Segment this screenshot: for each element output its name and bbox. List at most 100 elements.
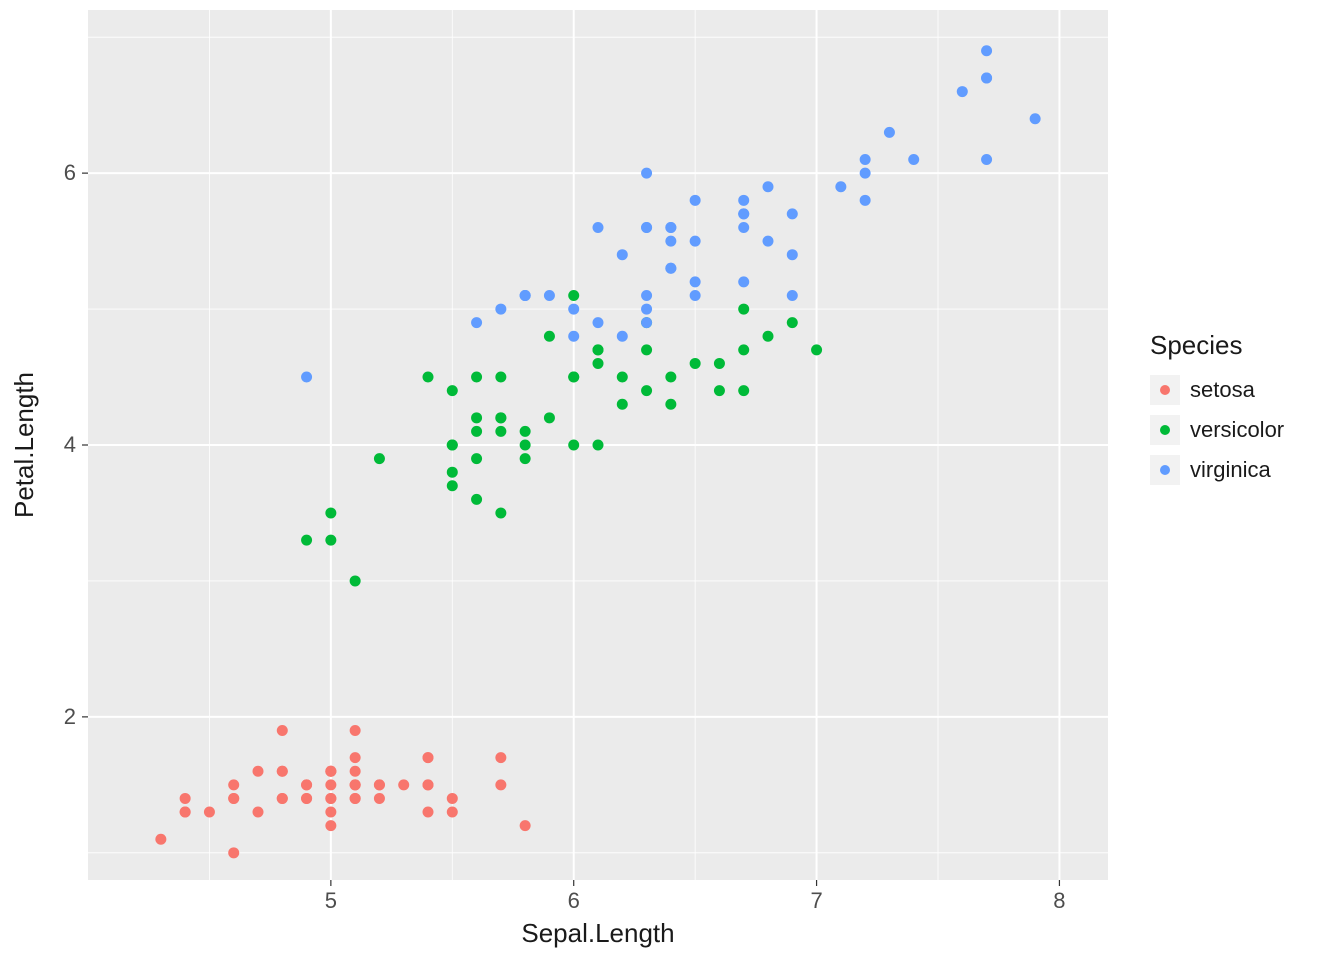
data-point-virginica xyxy=(981,45,992,56)
data-point-virginica xyxy=(981,72,992,83)
data-point-versicolor xyxy=(447,385,458,396)
data-point-virginica xyxy=(301,372,312,383)
y-axis-title: Petal.Length xyxy=(9,372,39,518)
data-point-setosa xyxy=(325,779,336,790)
data-point-virginica xyxy=(957,86,968,97)
data-point-setosa xyxy=(253,766,264,777)
scatter-chart: 5678246Sepal.LengthPetal.Length Species … xyxy=(0,0,1344,960)
data-point-versicolor xyxy=(471,412,482,423)
data-point-setosa xyxy=(228,779,239,790)
legend-dot-icon xyxy=(1160,465,1170,475)
data-point-setosa xyxy=(374,779,385,790)
data-point-setosa xyxy=(301,793,312,804)
data-point-setosa xyxy=(350,766,361,777)
data-point-virginica xyxy=(860,195,871,206)
data-point-versicolor xyxy=(495,426,506,437)
data-point-virginica xyxy=(568,331,579,342)
data-point-virginica xyxy=(665,236,676,247)
data-point-virginica xyxy=(641,222,652,233)
data-point-virginica xyxy=(835,181,846,192)
data-point-versicolor xyxy=(471,426,482,437)
data-point-virginica xyxy=(981,154,992,165)
x-tick-label: 6 xyxy=(568,888,580,913)
data-point-virginica xyxy=(641,317,652,328)
data-point-versicolor xyxy=(641,344,652,355)
data-point-versicolor xyxy=(301,535,312,546)
data-point-versicolor xyxy=(593,440,604,451)
data-point-virginica xyxy=(641,290,652,301)
data-point-versicolor xyxy=(787,317,798,328)
data-point-virginica xyxy=(738,222,749,233)
legend-item-versicolor: versicolor xyxy=(1150,415,1330,445)
data-point-setosa xyxy=(277,766,288,777)
data-point-setosa xyxy=(447,807,458,818)
data-point-versicolor xyxy=(593,344,604,355)
data-point-versicolor xyxy=(763,331,774,342)
data-point-versicolor xyxy=(714,385,725,396)
x-tick-label: 7 xyxy=(810,888,822,913)
legend-label: versicolor xyxy=(1190,417,1284,443)
legend-label: setosa xyxy=(1190,377,1255,403)
data-point-virginica xyxy=(690,236,701,247)
legend: Species setosa versicolor virginica xyxy=(1150,330,1330,495)
data-point-setosa xyxy=(325,807,336,818)
data-point-versicolor xyxy=(544,412,555,423)
data-point-versicolor xyxy=(471,372,482,383)
data-point-virginica xyxy=(738,208,749,219)
data-point-versicolor xyxy=(738,385,749,396)
data-point-virginica xyxy=(690,195,701,206)
data-point-setosa xyxy=(180,793,191,804)
data-point-virginica xyxy=(908,154,919,165)
data-point-versicolor xyxy=(520,453,531,464)
data-point-versicolor xyxy=(447,480,458,491)
x-tick-label: 5 xyxy=(325,888,337,913)
data-point-setosa xyxy=(277,793,288,804)
data-point-versicolor xyxy=(544,331,555,342)
data-point-versicolor xyxy=(325,535,336,546)
chart-svg: 5678246Sepal.LengthPetal.Length xyxy=(0,0,1344,960)
legend-item-setosa: setosa xyxy=(1150,375,1330,405)
data-point-versicolor xyxy=(423,372,434,383)
legend-title: Species xyxy=(1150,330,1330,361)
data-point-virginica xyxy=(787,208,798,219)
data-point-virginica xyxy=(471,317,482,328)
data-point-setosa xyxy=(495,779,506,790)
data-point-versicolor xyxy=(641,385,652,396)
data-point-virginica xyxy=(860,168,871,179)
legend-dot-icon xyxy=(1160,385,1170,395)
legend-dot-icon xyxy=(1160,425,1170,435)
y-tick-label: 6 xyxy=(64,160,76,185)
data-point-versicolor xyxy=(495,412,506,423)
data-point-setosa xyxy=(325,766,336,777)
data-point-virginica xyxy=(593,222,604,233)
data-point-virginica xyxy=(1030,113,1041,124)
data-point-virginica xyxy=(544,290,555,301)
data-point-setosa xyxy=(228,793,239,804)
data-point-virginica xyxy=(787,249,798,260)
data-point-versicolor xyxy=(471,453,482,464)
y-tick-label: 4 xyxy=(64,432,76,457)
data-point-versicolor xyxy=(568,440,579,451)
data-point-setosa xyxy=(325,820,336,831)
data-point-virginica xyxy=(568,304,579,315)
data-point-setosa xyxy=(253,807,264,818)
data-point-virginica xyxy=(593,317,604,328)
data-point-virginica xyxy=(690,276,701,287)
data-point-virginica xyxy=(860,154,871,165)
data-point-setosa xyxy=(350,752,361,763)
data-point-virginica xyxy=(617,331,628,342)
data-point-setosa xyxy=(423,752,434,763)
data-point-virginica xyxy=(641,168,652,179)
data-point-virginica xyxy=(763,181,774,192)
data-point-virginica xyxy=(738,276,749,287)
data-point-setosa xyxy=(423,779,434,790)
data-point-virginica xyxy=(520,290,531,301)
data-point-versicolor xyxy=(593,358,604,369)
data-point-virginica xyxy=(495,304,506,315)
data-point-versicolor xyxy=(520,426,531,437)
data-point-versicolor xyxy=(738,344,749,355)
data-point-setosa xyxy=(374,793,385,804)
legend-label: virginica xyxy=(1190,457,1271,483)
data-point-virginica xyxy=(665,222,676,233)
data-point-versicolor xyxy=(325,507,336,518)
